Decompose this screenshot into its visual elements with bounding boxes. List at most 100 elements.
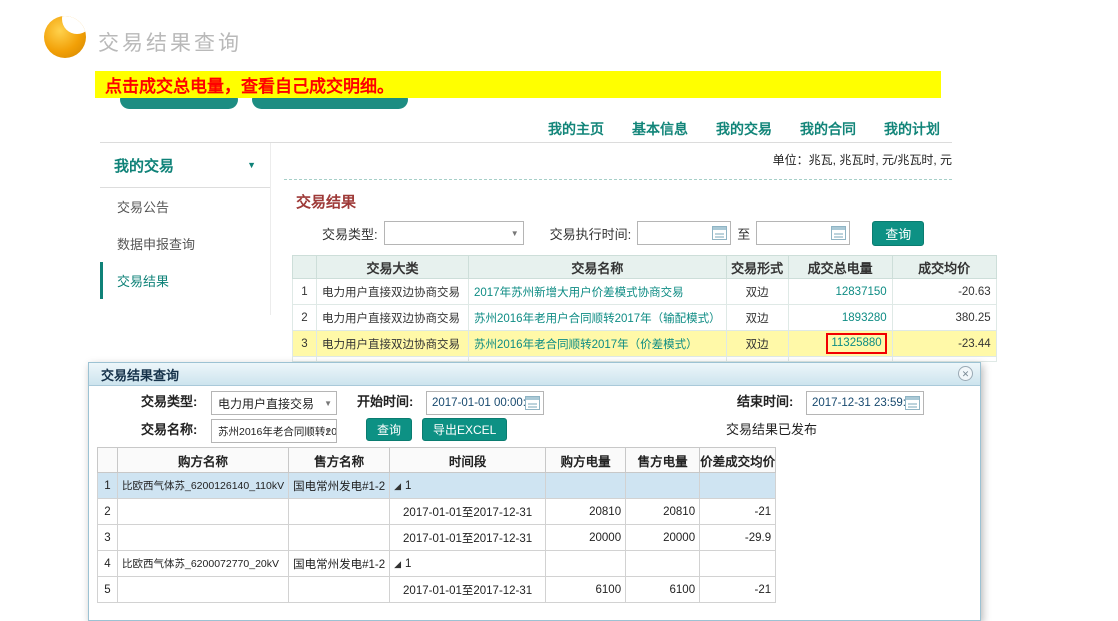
cell-trade-name-link[interactable]: 2017年苏州新增大用户价差模式协商交易 bbox=[469, 279, 727, 305]
col-header: 时间段 bbox=[390, 448, 546, 473]
units-note: 单位：兆瓦, 兆瓦时, 元/兆瓦时, 元 bbox=[773, 151, 952, 168]
dialog-trade-type-select[interactable]: 电力用户直接交易 ▼ bbox=[211, 391, 337, 415]
nav-item-basic-info[interactable]: 基本信息 bbox=[632, 119, 688, 139]
col-header: 交易名称 bbox=[469, 256, 727, 279]
table-row-highlighted: 3 电力用户直接双边协商交易 苏州2016年老合同顺转2017年（价差模式） 双… bbox=[293, 331, 997, 357]
cell-sell-volume: 20000 bbox=[626, 525, 700, 551]
exec-time-end-input[interactable] bbox=[756, 221, 850, 245]
table-row-group: 1 比欧西气体苏_6200126140_110kV 国电常州发电#1-2 ◢1 bbox=[98, 473, 776, 499]
sidebar-item-trade-notices[interactable]: 交易公告 bbox=[100, 188, 270, 225]
col-header: 购方电量 bbox=[546, 448, 626, 473]
slide-logo-icon bbox=[44, 16, 86, 58]
cell-index: 3 bbox=[293, 331, 317, 357]
dialog-detail-table: 购方名称 售方名称 时间段 购方电量 售方电量 价差成交均价 1 比欧西气体苏_… bbox=[97, 447, 776, 603]
dialog-title: 交易结果查询 bbox=[101, 365, 179, 384]
cell-category: 电力用户直接双边协商交易 bbox=[317, 331, 469, 357]
nav-item-my-plans[interactable]: 我的计划 bbox=[884, 119, 940, 139]
cell-sell-volume: 6100 bbox=[626, 577, 700, 603]
calendar-icon[interactable] bbox=[905, 396, 920, 410]
trade-type-label: 交易类型: bbox=[322, 224, 378, 243]
cell-buy-volume: 6100 bbox=[546, 577, 626, 603]
top-nav: 我的主页 基本信息 我的交易 我的合同 我的计划 bbox=[548, 119, 940, 139]
sidebar-item-data-declaration-query[interactable]: 数据申报查询 bbox=[100, 225, 270, 262]
expand-icon[interactable]: ◢ bbox=[394, 481, 401, 491]
annotation-red-box[interactable]: 11325880 bbox=[826, 333, 886, 354]
dialog-start-time-label: 开始时间: bbox=[357, 390, 413, 414]
cell-trade-name-link[interactable]: 苏州2016年老合同顺转2017年（价差模式） bbox=[469, 331, 727, 357]
section-title: 交易结果 bbox=[296, 191, 356, 212]
close-icon[interactable]: ✕ bbox=[958, 366, 973, 381]
col-header: 成交总电量 bbox=[788, 256, 892, 279]
cell-total-volume[interactable]: 12837150 bbox=[788, 279, 892, 305]
cell-seller bbox=[289, 577, 390, 603]
dialog-title-bar: 交易结果查询 bbox=[89, 363, 980, 386]
dialog-trade-type-label: 交易类型: bbox=[141, 390, 197, 414]
cell-price: -21 bbox=[700, 577, 776, 603]
cell-total-volume[interactable]: 1893280 bbox=[788, 305, 892, 331]
dialog-start-time-input[interactable]: 2017-01-01 00:00:00 bbox=[426, 391, 544, 415]
col-header: 交易大类 bbox=[317, 256, 469, 279]
cell-period: 2017-01-01至2017-12-31 bbox=[390, 499, 546, 525]
cell-index: 1 bbox=[293, 279, 317, 305]
cell-price: -29.9 bbox=[700, 525, 776, 551]
cell-seller bbox=[289, 499, 390, 525]
cell-form: 双边 bbox=[726, 279, 788, 305]
trade-result-dialog: 交易结果查询 ✕ 交易类型: 电力用户直接交易 ▼ 开始时间: 2017-01-… bbox=[88, 362, 981, 621]
cell-avg-price: 380.25 bbox=[892, 305, 996, 331]
cell-buyer bbox=[118, 577, 289, 603]
cell-sell-volume: 20810 bbox=[626, 499, 700, 525]
sidebar-item-trade-results[interactable]: 交易结果 bbox=[100, 262, 270, 299]
trade-type-select[interactable]: ▼ bbox=[384, 221, 524, 245]
cell-index: 4 bbox=[98, 551, 118, 577]
cell-form: 双边 bbox=[726, 305, 788, 331]
results-table: 交易大类 交易名称 交易形式 成交总电量 成交均价 1 电力用户直接双边协商交易… bbox=[292, 255, 997, 362]
slide: 交易结果查询 点击成交总电量，查看自己成交明细。 我的主页 基本信息 我的交易 … bbox=[0, 0, 1118, 621]
nav-item-my-trades[interactable]: 我的交易 bbox=[716, 119, 772, 139]
cell-total-volume[interactable]: 11325880 bbox=[788, 331, 892, 357]
cell-seller bbox=[289, 525, 390, 551]
cell-index: 2 bbox=[293, 305, 317, 331]
slide-title: 交易结果查询 bbox=[98, 27, 242, 57]
table-row: 2 2017-01-01至2017-12-31 20810 20810 -21 bbox=[98, 499, 776, 525]
cell-trade-name-link[interactable]: 苏州2016年老用户合同顺转2017年（输配模式） bbox=[469, 305, 727, 331]
dialog-trade-name-select[interactable]: 苏州2016年老合同顺转20 ▼ bbox=[211, 419, 337, 443]
search-button[interactable]: 查询 bbox=[872, 221, 924, 246]
sidebar: 我的交易 ▼ 交易公告 数据申报查询 交易结果 bbox=[100, 143, 271, 315]
col-header-index bbox=[293, 256, 317, 279]
col-header: 成交均价 bbox=[892, 256, 996, 279]
cell-group: ◢1 bbox=[390, 551, 546, 577]
exec-time-start-input[interactable] bbox=[637, 221, 731, 245]
callout-text: 点击成交总电量，查看自己成交明细。 bbox=[95, 72, 394, 97]
table-row: 5 2017-01-01至2017-12-31 6100 6100 -21 bbox=[98, 577, 776, 603]
cell-seller: 国电常州发电#1-2 bbox=[289, 551, 390, 577]
calendar-icon[interactable] bbox=[712, 226, 727, 240]
cell-period: 2017-01-01至2017-12-31 bbox=[390, 525, 546, 551]
table-header-row: 购方名称 售方名称 时间段 购方电量 售方电量 价差成交均价 bbox=[98, 448, 776, 473]
dialog-trade-name-label: 交易名称: bbox=[141, 418, 197, 442]
table-row: 2 电力用户直接双边协商交易 苏州2016年老用户合同顺转2017年（输配模式）… bbox=[293, 305, 997, 331]
to-label: 至 bbox=[737, 224, 750, 243]
expand-icon[interactable]: ◢ bbox=[394, 559, 401, 569]
cell-index: 1 bbox=[98, 473, 118, 499]
export-excel-button[interactable]: 导出EXCEL bbox=[422, 418, 507, 441]
table-row: 1 电力用户直接双边协商交易 2017年苏州新增大用户价差模式协商交易 双边 1… bbox=[293, 279, 997, 305]
dialog-search-button[interactable]: 查询 bbox=[366, 418, 412, 441]
table-header-row: 交易大类 交易名称 交易形式 成交总电量 成交均价 bbox=[293, 256, 997, 279]
chevron-down-icon: ▼ bbox=[324, 427, 332, 436]
nav-item-home[interactable]: 我的主页 bbox=[548, 119, 604, 139]
dashed-divider bbox=[284, 179, 952, 180]
dialog-end-time-label: 结束时间: bbox=[737, 390, 793, 414]
col-header: 价差成交均价 bbox=[700, 448, 776, 473]
cell-period: 2017-01-01至2017-12-31 bbox=[390, 577, 546, 603]
nav-item-my-contracts[interactable]: 我的合同 bbox=[800, 119, 856, 139]
cell-buyer bbox=[118, 525, 289, 551]
sidebar-header-my-trades[interactable]: 我的交易 ▼ bbox=[100, 143, 270, 188]
dialog-end-time-input[interactable]: 2017-12-31 23:59:59 bbox=[806, 391, 924, 415]
cell-category: 电力用户直接双边协商交易 bbox=[317, 305, 469, 331]
calendar-icon[interactable] bbox=[525, 396, 540, 410]
cell-buy-volume: 20810 bbox=[546, 499, 626, 525]
cell-avg-price: -23.44 bbox=[892, 331, 996, 357]
calendar-icon[interactable] bbox=[831, 226, 846, 240]
cell-buyer: 比欧西气体苏_6200072770_20kV bbox=[118, 551, 289, 577]
result-published-status: 交易结果已发布 bbox=[726, 418, 817, 442]
